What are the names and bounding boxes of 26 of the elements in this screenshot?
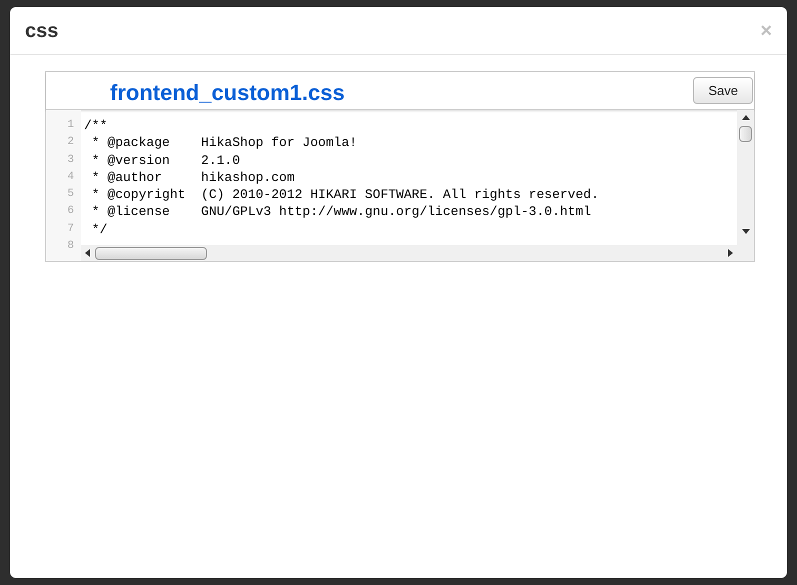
dialog-title: css <box>25 18 58 44</box>
scroll-right-icon[interactable] <box>728 249 733 257</box>
line-number: 1 <box>67 118 74 133</box>
vertical-scrollbar[interactable] <box>737 110 754 261</box>
scrollbar-thumb[interactable] <box>739 126 752 142</box>
file-name: frontend_custom1.css <box>110 78 345 106</box>
save-button[interactable]: Save <box>693 77 753 104</box>
horizontal-scrollbar[interactable] <box>81 245 737 261</box>
line-number: 4 <box>67 170 74 185</box>
code-line: /** <box>84 118 108 133</box>
scroll-down-icon[interactable] <box>742 229 750 234</box>
code-line: * @version 2.1.0 <box>90 152 240 168</box>
code-line: * @copyright (C) 2010-2012 HIKARI SOFTWARE. All rights reserved. <box>90 187 599 202</box>
line-number: 7 <box>67 222 74 237</box>
line-number: 6 <box>67 204 74 220</box>
line-number: 8 <box>67 239 74 254</box>
code-line: */ <box>90 222 108 237</box>
code-line: * @license GNU/GPLv3 http://www.gnu.org/licenses/gpl-3.0.html <box>90 204 592 220</box>
scroll-left-icon[interactable] <box>85 249 90 257</box>
code-line: * @author hikashop.com <box>90 170 295 185</box>
line-number: 5 <box>67 187 74 202</box>
line-number: 2 <box>67 135 74 150</box>
scroll-up-icon[interactable] <box>742 115 750 120</box>
scrollbar-thumb[interactable] <box>95 246 207 260</box>
code-line: * @package HikaShop for Joomla! <box>90 135 358 150</box>
line-number: 3 <box>67 152 74 168</box>
